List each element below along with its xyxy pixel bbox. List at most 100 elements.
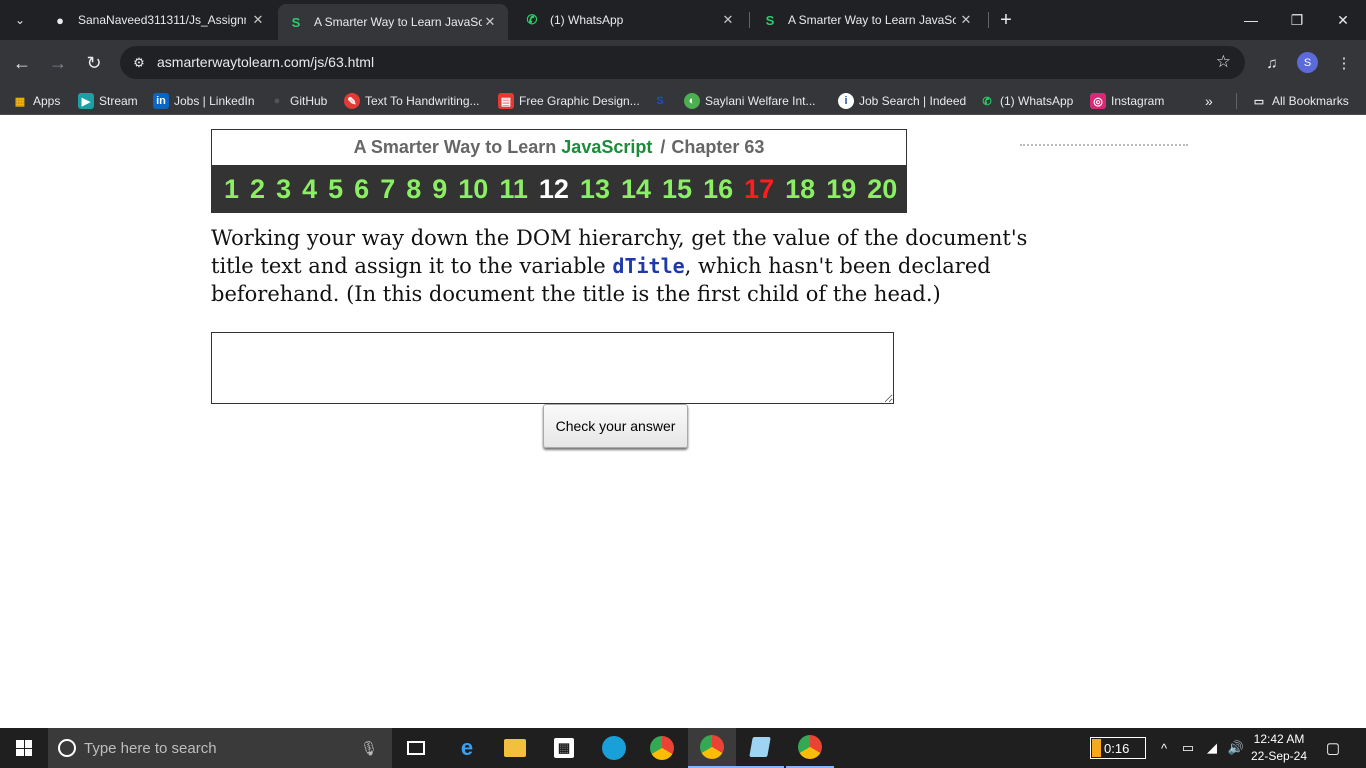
bookmark-saylani-logo[interactable]: S [652,92,673,110]
taskbar-store[interactable]: ▦ [540,728,588,768]
microphone-icon[interactable]: 🎙 [360,740,378,757]
bookmark-label: Text To Handwriting... [365,94,480,108]
exercise-number-link[interactable]: 3 [276,174,291,205]
answer-textarea[interactable] [211,332,894,404]
bookmark-linkedin[interactable]: in Jobs | LinkedIn [153,92,255,110]
exercise-number-bar: 1 2 3 4 5 6 7 8 9 10 11 12 13 14 15 16 17 18 19 20 [212,165,906,213]
notification-icon[interactable]: ▢ [1322,738,1344,758]
exercise-number-link[interactable]: 11 [499,174,528,205]
bookmark-label: (1) WhatsApp [1000,94,1074,108]
tab-title: SanaNaveed311311/Js_Assignm [78,13,246,27]
bookmark-label: Free Graphic Design... [519,94,640,108]
exercise-number-link[interactable]: 4 [302,174,317,205]
cortana-circle-icon [58,739,76,757]
taskbar-search-box[interactable]: Type here to search 🎙 [48,728,392,768]
bookmark-free-graphic-design[interactable]: ▤ Free Graphic Design... [498,92,640,110]
exercise-number-link[interactable]: 17 [744,174,774,205]
bookmark-github[interactable]: ● GitHub [269,92,328,110]
exercise-number-link[interactable]: 15 [662,174,692,205]
wifi-icon[interactable]: ◢ [1202,738,1222,758]
battery-fill [1092,739,1101,757]
tab-github[interactable]: ● SanaNaveed311311/Js_Assignm ✕ [42,4,276,36]
smarter-way-icon: S [291,14,301,30]
whatsapp-icon: ✆ [982,95,992,108]
forward-button[interactable]: → [44,49,72,77]
handwriting-icon: ✎ [344,93,360,109]
chrome-icon [650,736,674,760]
github-icon: ● [56,12,64,28]
bookmark-label: Saylani Welfare Int... [705,94,816,108]
tab-smarter-way[interactable]: S A Smarter Way to Learn JavaScr ✕ [752,4,984,36]
close-icon[interactable]: ✕ [958,12,974,28]
bookmark-text-to-handwriting[interactable]: ✎ Text To Handwriting... [344,92,480,110]
menu-kebab-icon[interactable]: ⋮ [1332,51,1356,75]
exercise-number-link[interactable]: 19 [826,174,856,205]
exercise-number-link[interactable]: 14 [621,174,651,205]
taskbar-edge-legacy[interactable]: e [443,728,491,768]
taskbar-notes-app[interactable] [736,728,784,768]
exercise-number-link[interactable]: 2 [250,174,265,205]
site-info-icon[interactable]: ⚙ [130,54,148,72]
close-icon[interactable]: ✕ [250,12,266,28]
header-prefix: A Smarter Way to Learn [353,137,557,157]
bookmark-indeed[interactable]: i Job Search | Indeed [838,92,966,110]
profile-avatar[interactable]: S [1297,52,1318,73]
exercise-number-link[interactable]: 9 [432,174,447,205]
bookmark-label: Instagram [1111,94,1165,108]
taskbar-file-explorer[interactable] [491,728,539,768]
system-clock[interactable]: 12:42 AM 22-Sep-24 [1250,731,1308,765]
exercise-number-link[interactable]: 10 [458,174,488,205]
close-icon[interactable]: ✕ [482,14,498,30]
bookmark-saylani-welfare[interactable]: ◐ Saylani Welfare Int... [684,92,816,110]
media-control-icon[interactable]: ♫ [1260,51,1284,75]
exercise-number-link[interactable]: 20 [867,174,897,205]
exercise-number-link[interactable]: 6 [354,174,369,205]
exercise-number-link[interactable]: 1 [224,174,239,205]
taskbar-chrome[interactable] [638,728,686,768]
exercise-number-link[interactable]: 8 [406,174,421,205]
exercise-number-link[interactable]: 5 [328,174,343,205]
restore-button[interactable]: ❐ [1274,0,1320,40]
dotted-divider [1020,144,1188,146]
exercise-number-link[interactable]: 13 [580,174,610,205]
minimize-button[interactable]: — [1228,0,1274,40]
tab-search-button[interactable]: ⌄ [6,8,34,32]
all-bookmarks-folder[interactable]: ▭ All Bookmarks [1236,92,1349,110]
close-window-button[interactable]: ✕ [1320,0,1366,40]
exercise-number-link[interactable]: 7 [380,174,395,205]
file-explorer-icon [504,739,526,757]
volume-icon[interactable]: 🔊 [1226,738,1246,758]
address-bar[interactable]: ⚙ asmarterwaytolearn.com/js/63.html ☆ [120,46,1245,79]
close-icon[interactable]: ✕ [720,12,736,28]
taskbar-chrome-profile-j[interactable] [786,728,834,768]
chevron-up-icon[interactable]: ^ [1154,738,1174,758]
bookmark-stream[interactable]: ▶ Stream [78,92,138,110]
start-button[interactable] [0,728,48,768]
tab-smarter-way-active[interactable]: S A Smarter Way to Learn JavaScr ✕ [278,4,508,40]
taskbar-chrome-profile-s[interactable] [688,728,736,768]
clock-time: 12:42 AM [1253,732,1305,746]
store-bag-icon: ▦ [554,738,574,758]
taskbar-edge[interactable] [590,728,638,768]
new-tab-button[interactable]: + [994,8,1018,32]
task-view-button[interactable] [392,728,440,768]
windows-logo-icon [16,740,32,756]
back-button[interactable]: ← [8,49,36,77]
header-separator: / [660,137,666,157]
battery-indicator[interactable]: 0:16 [1090,737,1146,759]
bookmark-apps[interactable]: ▦ Apps [12,92,61,110]
bookmark-instagram[interactable]: ◎ Instagram [1090,92,1164,110]
tab-whatsapp[interactable]: ✆ (1) WhatsApp ✕ [514,4,746,36]
exercise-number-link[interactable]: 12 [539,174,569,205]
exercise-number-link[interactable]: 16 [703,174,733,205]
battery-icon[interactable]: ▭ [1178,738,1198,758]
url-text[interactable]: asmarterwaytolearn.com/js/63.html [157,54,374,70]
more-bookmarks-chevron-icon[interactable]: » [1205,92,1213,110]
exercise-number-link[interactable]: 18 [785,174,815,205]
exercise-question: Working your way down the DOM hierarchy,… [211,224,1041,308]
header-javascript-link[interactable]: JavaScript [561,137,652,158]
reload-button[interactable]: ↻ [80,49,108,77]
bookmark-whatsapp[interactable]: ✆ (1) WhatsApp [979,92,1073,110]
bookmark-star-icon[interactable]: ☆ [1216,52,1231,72]
check-answer-button[interactable]: Check your answer [543,404,688,448]
